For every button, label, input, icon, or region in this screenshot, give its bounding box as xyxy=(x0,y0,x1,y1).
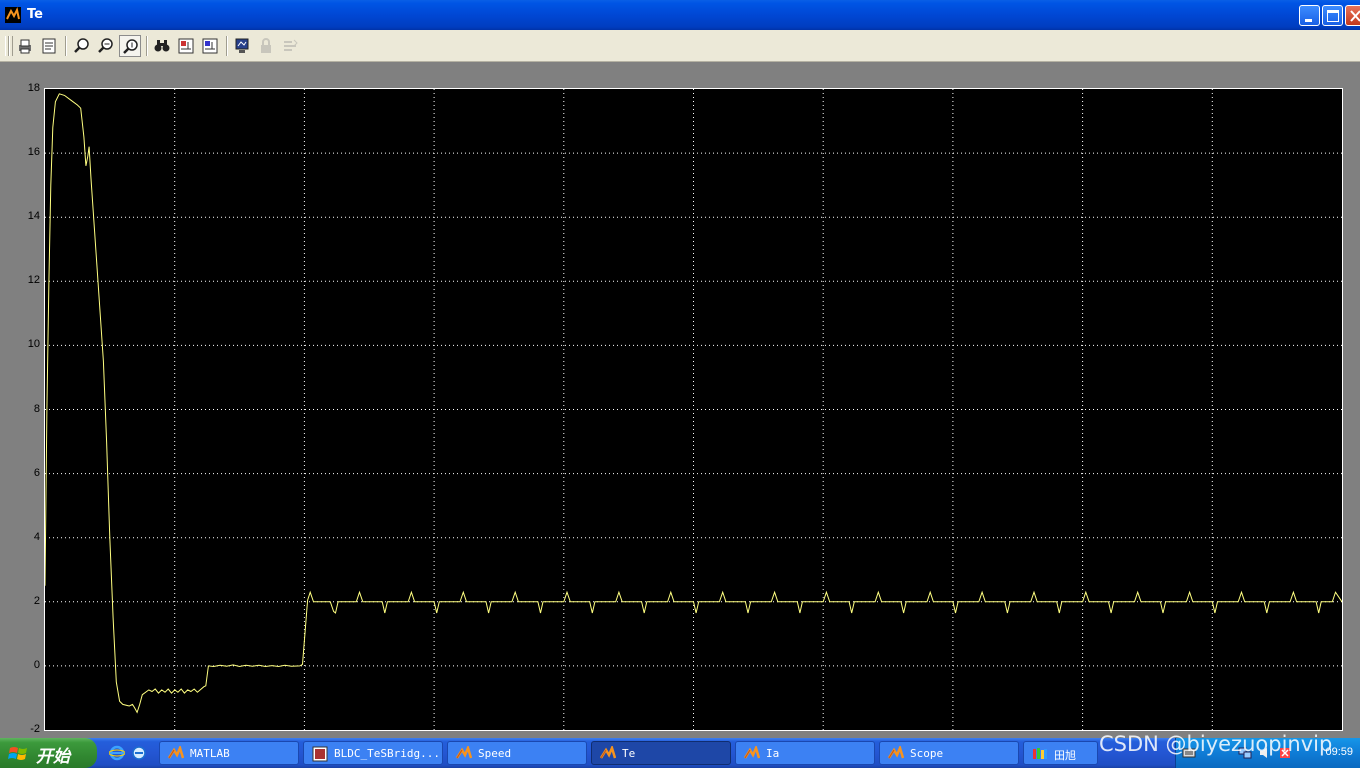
save-axes-button[interactable] xyxy=(175,35,197,57)
y-tick-label: 14 xyxy=(27,210,40,223)
lock-axes-button xyxy=(255,35,277,57)
minimize-icon xyxy=(1305,19,1312,22)
title-bar[interactable]: Te xyxy=(0,0,1360,30)
minimize-button[interactable] xyxy=(1299,5,1320,26)
floating-scope-button[interactable] xyxy=(231,35,253,57)
restore-axes-icon xyxy=(202,38,218,54)
toolbar-separator xyxy=(65,36,67,56)
lock-icon xyxy=(261,38,271,53)
close-button[interactable] xyxy=(1345,5,1360,26)
taskbar-item-label: Ia xyxy=(766,747,780,760)
ie-alt-icon[interactable] xyxy=(131,745,147,761)
taskbar-item-label: Te xyxy=(622,747,636,760)
printer-icon xyxy=(19,39,31,54)
print-button[interactable] xyxy=(14,35,36,57)
watermark: CSDN @biyezuopinvip xyxy=(1099,732,1333,756)
taskbar-item-label: Speed xyxy=(478,747,512,760)
signal-selection-button xyxy=(279,35,301,57)
toolbar-grip xyxy=(9,36,13,56)
start-label: 开始 xyxy=(36,747,70,767)
matlab-icon xyxy=(5,7,21,23)
zoom-x-button[interactable] xyxy=(95,35,117,57)
y-tick-label: 16 xyxy=(27,146,40,159)
taskbar-item-[interactable]: 田旭 xyxy=(1023,741,1098,765)
zoom-y-button[interactable] xyxy=(119,35,141,57)
autoscale-button[interactable] xyxy=(151,35,173,57)
y-tick-label: -2 xyxy=(30,723,40,735)
binoculars-icon xyxy=(154,40,170,52)
close-icon xyxy=(1350,10,1360,22)
matlab-icon xyxy=(744,746,760,759)
series-line-te xyxy=(44,93,1343,714)
maximize-icon xyxy=(1327,10,1339,22)
taskbar-item-scope[interactable]: Scope xyxy=(879,741,1019,765)
taskbar-item-bldc-tesbridg[interactable]: BLDC_TeSBridg... xyxy=(303,741,443,765)
toolbar-separator xyxy=(146,36,148,56)
toolbar xyxy=(0,30,1360,62)
simulink-icon xyxy=(312,746,328,762)
ie-icon[interactable] xyxy=(109,745,125,761)
taskbar-item-label: MATLAB xyxy=(190,747,230,760)
y-tick-label: 4 xyxy=(33,530,40,543)
chat-icon xyxy=(1033,748,1047,759)
y-tick-label: 6 xyxy=(33,466,40,479)
windows-flag-icon xyxy=(8,747,27,760)
matlab-icon xyxy=(456,746,472,759)
y-tick-label: 18 xyxy=(27,82,40,94)
y-tick-label: 0 xyxy=(33,658,40,671)
restore-axes-button[interactable] xyxy=(199,35,221,57)
taskbar-item-matlab[interactable]: MATLAB xyxy=(159,741,299,765)
parameters-button[interactable] xyxy=(38,35,60,57)
signal-selection-icon xyxy=(284,39,298,51)
magnifier-x-icon xyxy=(98,38,113,53)
taskbar-item-label: Scope xyxy=(910,747,944,760)
taskbar-item-te[interactable]: Te xyxy=(591,741,731,765)
matlab-icon xyxy=(168,746,184,759)
matlab-icon xyxy=(888,746,904,759)
toolbar-separator xyxy=(226,36,228,56)
maximize-button[interactable] xyxy=(1322,5,1343,26)
magnifier-icon xyxy=(74,38,89,53)
y-tick-label: 2 xyxy=(33,594,40,607)
y-tick-label: 10 xyxy=(27,338,40,351)
y-tick-label: 12 xyxy=(27,274,40,287)
zoom-button[interactable] xyxy=(71,35,93,57)
scope-plot-area[interactable] xyxy=(44,88,1343,731)
matlab-icon xyxy=(600,746,616,759)
y-tick-label: 8 xyxy=(33,402,40,415)
taskbar-item-label: BLDC_TeSBridg... xyxy=(334,747,440,760)
start-button[interactable]: 开始 xyxy=(0,738,97,768)
taskbar-item-ia[interactable]: Ia xyxy=(735,741,875,765)
taskbar-item-label: 田旭 xyxy=(1054,749,1076,762)
window-title: Te xyxy=(27,7,43,22)
parameters-icon xyxy=(42,38,56,54)
save-axes-icon xyxy=(178,38,194,54)
taskbar-item-speed[interactable]: Speed xyxy=(447,741,587,765)
te-chart xyxy=(44,89,1343,730)
magnifier-y-icon xyxy=(123,39,138,54)
scope-icon xyxy=(235,38,249,53)
